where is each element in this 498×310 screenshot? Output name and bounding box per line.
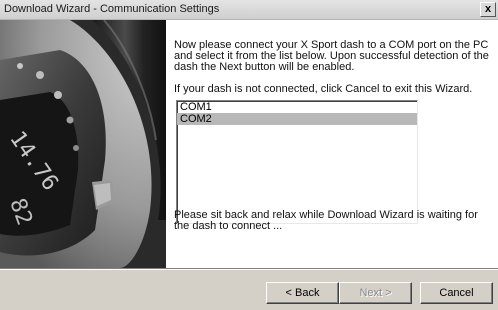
- back-button[interactable]: < Back: [266, 282, 339, 304]
- window-title: Download Wizard - Communication Settings: [4, 3, 220, 15]
- intro-text: Now please connect your X Sport dash to …: [174, 39, 489, 73]
- title-bar[interactable]: Download Wizard - Communication Settings…: [0, 0, 498, 20]
- wizard-content: 14.76 82 Now please connect your X Sport…: [0, 20, 498, 268]
- steering-wheel-dash-photo-icon: 14.76 82: [0, 20, 166, 268]
- next-button[interactable]: Next >: [339, 282, 412, 304]
- list-item-com1[interactable]: COM1: [177, 101, 417, 113]
- waiting-status-text: Please sit back and relax while Download…: [174, 209, 478, 232]
- close-icon: x: [484, 3, 492, 15]
- cancel-hint-text: If your dash is not connected, click Can…: [174, 83, 473, 95]
- button-separator: [0, 268, 498, 270]
- wizard-window: Download Wizard - Communication Settings…: [0, 0, 498, 310]
- instruction-block: Now please connect your X Sport dash to …: [174, 39, 492, 96]
- steering-wheel-image: 14.76 82: [0, 20, 166, 268]
- cancel-button[interactable]: Cancel: [420, 282, 493, 304]
- close-button[interactable]: x: [480, 2, 496, 17]
- com-port-list[interactable]: COM1 COM2: [176, 100, 418, 224]
- list-item-com2[interactable]: COM2: [177, 113, 417, 125]
